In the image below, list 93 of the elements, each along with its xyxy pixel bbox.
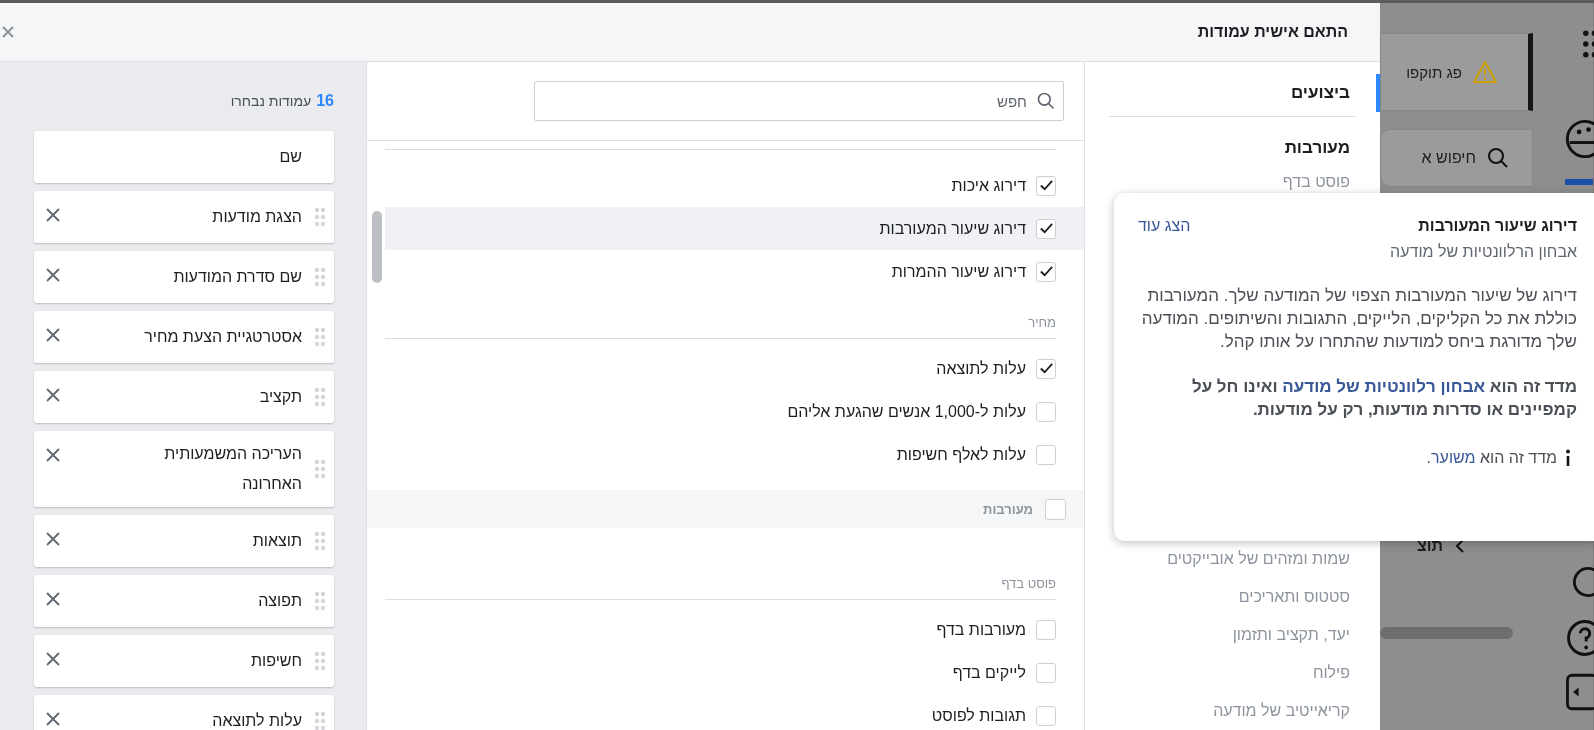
estimated-link[interactable]: משוער (1431, 449, 1476, 466)
checkbox[interactable] (1036, 619, 1056, 640)
drag-handle-icon[interactable] (314, 207, 326, 227)
estimate-note: מדד זה הוא משוער. (1426, 449, 1557, 467)
popover-subtitle: אבחון הרלוונטיות של מודעה (1389, 243, 1577, 261)
column-card[interactable]: עלות לתוצאה (34, 695, 334, 730)
remove-button[interactable] (44, 446, 62, 464)
metric-option[interactable]: מעורבות בדף (385, 608, 1084, 651)
active-indicator (1565, 179, 1593, 185)
remove-button[interactable] (44, 326, 62, 344)
palette-icon[interactable] (1565, 119, 1594, 159)
column-card[interactable]: אסטרטגיית הצעת מחיר (34, 311, 334, 363)
remove-button[interactable] (44, 590, 62, 608)
remove-button[interactable] (44, 386, 62, 404)
remove-button[interactable] (44, 650, 62, 668)
search-icon (1036, 91, 1056, 111)
column-card[interactable]: שם (34, 131, 334, 183)
close-icon[interactable] (2, 26, 14, 38)
column-card[interactable]: תפוצה (34, 575, 334, 627)
show-more-link[interactable]: הצג עוד (1138, 217, 1191, 235)
popover-title: דירוג שיעור המעורבות (1418, 217, 1577, 235)
remove-button[interactable] (44, 206, 62, 224)
scrollbar[interactable] (1380, 627, 1513, 639)
count-label: עמודות נבחרו (230, 93, 312, 109)
search-icon (1486, 146, 1510, 170)
alert-text: פג תוקפו (1406, 63, 1462, 81)
popover-description: דירוג של שיעור המעורבות הצפוי של המודעה שלך. המעורבות כוללת את כל הקליקים, הלייקים, התגובות והשיתופים. המודעה שלך מדורגת ביחס למודעות שהתחרו על אותו קהל. (1140, 285, 1577, 353)
nav-item[interactable]: ביצועים (1085, 74, 1380, 112)
column-label: תקציב (258, 387, 302, 407)
column-card[interactable]: העריכה המשמעותית האחרונה (34, 431, 334, 507)
column-label: הצגת מודעות (211, 207, 302, 227)
checkbox[interactable] (1036, 705, 1056, 726)
checkbox[interactable] (1036, 662, 1056, 683)
column-card[interactable]: חשיפות (34, 635, 334, 687)
check-icon (1038, 264, 1054, 279)
nav-item[interactable]: מעורבות (1085, 128, 1380, 167)
drag-handle-icon[interactable] (314, 651, 326, 671)
warning-icon (1472, 60, 1498, 84)
drag-handle-icon[interactable] (314, 531, 326, 551)
check-icon (1038, 178, 1054, 193)
column-label: תפוצה (257, 591, 302, 611)
checkbox[interactable] (1045, 498, 1066, 520)
drag-handle-icon[interactable] (314, 267, 326, 287)
scrollbar[interactable] (372, 211, 382, 283)
metric-option[interactable]: עלות לתוצאה (385, 347, 1084, 390)
column-label: שם סדרת המודעות (172, 267, 302, 287)
column-card[interactable]: שם סדרת המודעות (34, 251, 334, 303)
metric-option[interactable]: דירוג איכות (385, 164, 1084, 207)
column-label: שם (278, 147, 303, 167)
metric-option[interactable]: לייקים בדף (385, 651, 1084, 694)
column-label: אסטרטגיית הצעת מחיר (143, 327, 302, 347)
section-heading: פוסט בדף (385, 528, 1056, 600)
section-label: תוצ (1416, 537, 1443, 555)
popover-note: מדד זה הוא אבחון רלוונטיות של מודעה ואינו חל על קמפיינים או סדרות מודעות, רק על מודעות. (1190, 376, 1577, 421)
column-card[interactable]: תקציב (34, 371, 334, 423)
check-icon (1038, 221, 1054, 236)
remove-button[interactable] (44, 266, 62, 284)
drag-handle-icon[interactable] (314, 591, 326, 611)
chevron-icon[interactable] (1455, 538, 1465, 554)
drag-handle-icon[interactable] (314, 327, 326, 347)
column-label: העריכה המשמעותית האחרונה (163, 444, 302, 494)
info-icon (1565, 449, 1571, 467)
checkbox[interactable] (1036, 358, 1056, 379)
drag-handle-icon[interactable] (314, 711, 326, 730)
checkbox[interactable] (1036, 218, 1056, 239)
column-card[interactable]: תוצאות (34, 515, 334, 567)
drag-handle-icon[interactable] (314, 387, 326, 407)
metric-option[interactable]: עלות ל-1,000 אנשים שהגעת אליהם (385, 390, 1084, 433)
checkbox[interactable] (1036, 401, 1056, 422)
column-label: חשיפות (250, 651, 302, 671)
metric-option[interactable]: עלות לאלף חשיפות (385, 433, 1084, 476)
checkbox[interactable] (1036, 175, 1056, 196)
remove-button[interactable] (44, 530, 62, 548)
count-number: 16 (316, 92, 334, 110)
search-field[interactable]: חפש (534, 81, 1064, 121)
section-heading: מחיר (385, 293, 1056, 339)
metric-option[interactable]: תגובות לפוסט (385, 694, 1084, 730)
metric-option[interactable]: דירוג שיעור המעורבות (385, 207, 1084, 250)
metric-option[interactable]: דירוג שיעור ההמרות (385, 250, 1084, 293)
drag-handle-icon[interactable] (314, 459, 326, 479)
relevance-link[interactable]: אבחון רלוונטיות של מודעה (1282, 377, 1486, 396)
search-field[interactable]: חיפוש א (1380, 129, 1533, 187)
remove-button[interactable] (44, 710, 62, 728)
dialog-title: התאם אישית עמודות (1197, 23, 1348, 41)
checkbox[interactable] (1036, 261, 1056, 282)
column-label: עלות לתוצאה (211, 711, 302, 730)
column-label: תוצאות (251, 531, 302, 551)
panel-icon[interactable] (1565, 673, 1594, 711)
column-card[interactable]: הצגת מודעות (34, 191, 334, 243)
check-icon (1038, 361, 1054, 376)
checkbox[interactable] (1036, 444, 1056, 465)
dots-grid-icon[interactable] (1581, 30, 1594, 58)
help-icon[interactable] (1565, 618, 1594, 658)
